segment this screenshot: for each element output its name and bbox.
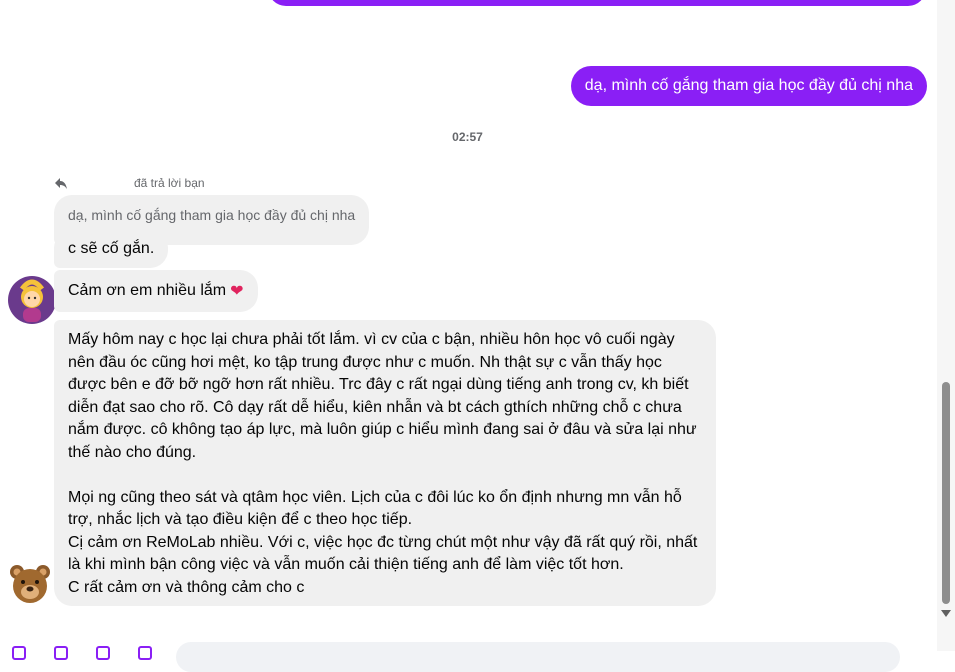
incoming-message-thanks[interactable]: Cảm ơn em nhiều lắm ❤ [54,270,258,312]
message-composer [0,636,935,672]
message-input[interactable] [176,642,900,672]
reply-arrow-icon [55,177,67,189]
gif-icon[interactable] [138,646,152,660]
incoming-message-long[interactable]: Mấy hôm nay c học lại chưa phải tốt lắm.… [54,320,716,606]
outgoing-message-text: dạ, mình cố gắng tham gia học đầy đủ chị… [584,77,913,94]
bear-icon [10,565,50,603]
plus-icon[interactable] [12,646,26,660]
sticker-icon[interactable] [96,646,110,660]
image-icon[interactable] [54,646,68,660]
incoming-message-text: c sẽ cố gắn. [68,240,155,257]
incoming-message-reply[interactable]: c sẽ cố gắn. [54,230,169,268]
previous-outgoing-bubble [268,0,926,6]
outgoing-message[interactable]: dạ, mình cố gắng tham gia học đầy đủ chị… [570,66,927,106]
message-timestamp: 02:57 [452,130,483,144]
scrollbar-thumb[interactable] [942,382,950,604]
woman-gesturing-ok-avatar[interactable] [8,276,56,324]
woman-gesturing-ok-icon [9,277,55,323]
bear-avatar[interactable] [8,562,52,606]
heart-icon: ❤ [230,283,244,300]
incoming-message-text: Cảm ơn em nhiều lắm [68,282,227,299]
scrollbar[interactable] [937,0,955,651]
reply-indicator-text: đã trả lời bạn [134,176,205,190]
scroll-down-icon[interactable] [941,610,951,617]
reply-indicator: đã trả lời bạn [54,176,205,190]
quoted-message-text: dạ, mình cố gắng tham gia học đầy đủ chị… [68,207,356,223]
